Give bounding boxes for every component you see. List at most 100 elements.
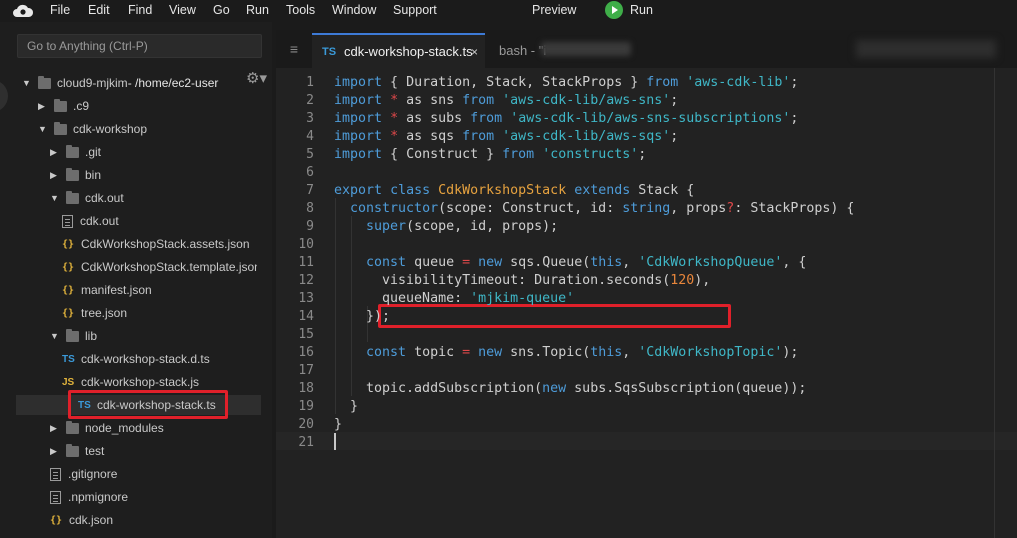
tab-cdk-workshop-stack-ts[interactable]: TS cdk-workshop-stack.ts × [312,33,485,68]
tree-item-cdk-workshop-stack-ts[interactable]: TS cdk-workshop-stack.ts [16,395,261,415]
tree-item-label: cdk-workshop-stack.d.ts [81,352,210,366]
code-line: }); [334,308,390,326]
code-token: , [622,255,639,270]
menu-edit[interactable]: Edit [88,3,110,17]
chevron-down-icon[interactable]: ▼ [38,124,48,134]
line-number: 5 [306,147,314,162]
code-token: CdkWorkshopStack [438,183,567,198]
chevron-right-icon[interactable]: ▶ [50,423,60,434]
tree-item-label: cdk.json [69,513,114,527]
code-token: ; [790,111,799,126]
code-token: 'mjkim-queue' [470,291,575,306]
tree-item-cdk-out[interactable]: ▼ cdk.out [50,188,124,208]
tree-item-cdk-workshop-stack-d-ts[interactable]: TS cdk-workshop-stack.d.ts [62,349,210,369]
text-caret [334,433,336,450]
run-button-label: Run [630,3,653,17]
preview-menu[interactable]: Preview [532,3,576,17]
panel-collapse-handle[interactable] [0,80,8,112]
tree-item-c9[interactable]: ▶ .c9 [38,96,89,116]
tree-item-label: cdk.out [80,214,119,228]
menu-support[interactable]: Support [393,3,437,17]
menu-tools[interactable]: Tools [286,3,315,17]
code-line: import { Construct } from 'constructs'; [334,146,646,164]
json-file-icon: {} [62,284,75,296]
tree-item-cdkworkshopstack-assets-json[interactable]: {} CdkWorkshopStack.assets.json [62,234,250,254]
chevron-right-icon[interactable]: ▶ [50,446,60,457]
json-file-icon: {} [50,514,63,526]
code-line: import * as subs from 'aws-cdk-lib/aws-s… [334,110,798,128]
code-token: } [334,417,343,432]
tree-item-bin[interactable]: ▶ bin [50,165,101,185]
code-token: extends [574,183,631,198]
menu-go[interactable]: Go [213,3,230,17]
code-token: import [334,75,383,90]
file-icon [50,467,61,481]
tree-item-test[interactable]: ▶ test [50,441,104,461]
tree-item-cdk-workshop[interactable]: ▼ cdk-workshop [38,119,147,139]
line-number: 3 [306,111,314,126]
run-button[interactable]: Run [605,1,653,19]
tree-item-node-modules[interactable]: ▶ node_modules [50,418,164,438]
code-token: new [478,345,503,360]
tree-item-cdk-json[interactable]: {} cdk.json [50,510,113,530]
code-line: import * as sqs from 'aws-cdk-lib/aws-sq… [334,128,678,146]
tree-item-tree-json[interactable]: {} tree.json [62,303,127,323]
code-line: const queue = new sqs.Queue(this, 'CdkWo… [334,254,806,272]
tree-item-cloud9-mjkim[interactable]: ▼ cloud9-mjkim - /home/ec2-user [22,73,232,93]
code-token: from [462,129,495,144]
tree-item-gitignore[interactable]: .gitignore [50,464,117,484]
code-token: : StackProps) { [734,201,855,216]
chevron-right-icon[interactable]: ▶ [38,101,48,112]
folder-icon [54,98,67,112]
gear-icon[interactable]: ⚙▾ [246,69,267,87]
tree-item-cdkworkshopstack-template-json[interactable]: {} CdkWorkshopStack.template.json [62,257,257,277]
folder-icon [38,75,51,89]
chevron-down-icon[interactable]: ▼ [50,193,60,203]
chevron-down-icon[interactable]: ▼ [22,78,32,88]
code-token: { Duration, Stack, StackProps } [382,75,647,90]
menu-find[interactable]: Find [128,3,152,17]
tree-item-git[interactable]: ▶ .git [50,142,101,162]
code-token: sqs.Queue( [502,255,591,270]
tree-item-manifest-json[interactable]: {} manifest.json [62,280,152,300]
menu-view[interactable]: View [169,3,196,17]
code-token: 'CdkWorkshopQueue' [638,255,783,270]
chevron-right-icon[interactable]: ▶ [50,147,60,158]
chevron-down-icon[interactable]: ▼ [50,331,60,341]
javascript-file-icon: JS [62,376,75,388]
code-editor[interactable]: 1 2 3 4 5 6 7 8 9 10 11 12 13 14 15 16 17 18 19 20 21 import … [276,68,1017,538]
code-token: const [366,255,407,270]
tree-item-cdk-workshop-stack-js[interactable]: JS cdk-workshop-stack.js [62,372,199,392]
menu-window[interactable]: Window [332,3,376,17]
menu-run[interactable]: Run [246,3,269,17]
close-icon[interactable]: × [471,45,478,59]
code-token: this [590,255,623,270]
menu-file[interactable]: File [50,3,70,17]
tree-item-label: CdkWorkshopStack.assets.json [81,237,250,251]
code-token: ); [782,345,799,360]
code-token: 'aws-cdk-lib/aws-sqs' [502,129,671,144]
menu-bar: File Edit Find View Go Run Tools Window … [0,0,1017,22]
code-line: constructor(scope: Construct, id: string… [334,200,854,218]
chevron-right-icon[interactable]: ▶ [50,170,60,181]
tab-label: bash - "i [499,43,547,58]
tree-item-lib[interactable]: ▼ lib [50,326,97,346]
code-token: queue [406,255,463,270]
line-number: 8 [306,201,314,216]
code-line: } [334,416,342,434]
go-to-anything-input[interactable]: Go to Anything (Ctrl-P) [17,34,262,58]
tree-item-cdk-out[interactable]: cdk.out [62,211,119,231]
code-token: from [462,93,495,108]
tree-item-label: .npmignore [68,490,129,504]
tab-menu-icon[interactable]: ≡ [276,30,312,68]
tree-item-npmignore[interactable]: .npmignore [50,487,128,507]
cloud9-logo-icon[interactable] [12,3,34,19]
file-icon [62,214,73,228]
